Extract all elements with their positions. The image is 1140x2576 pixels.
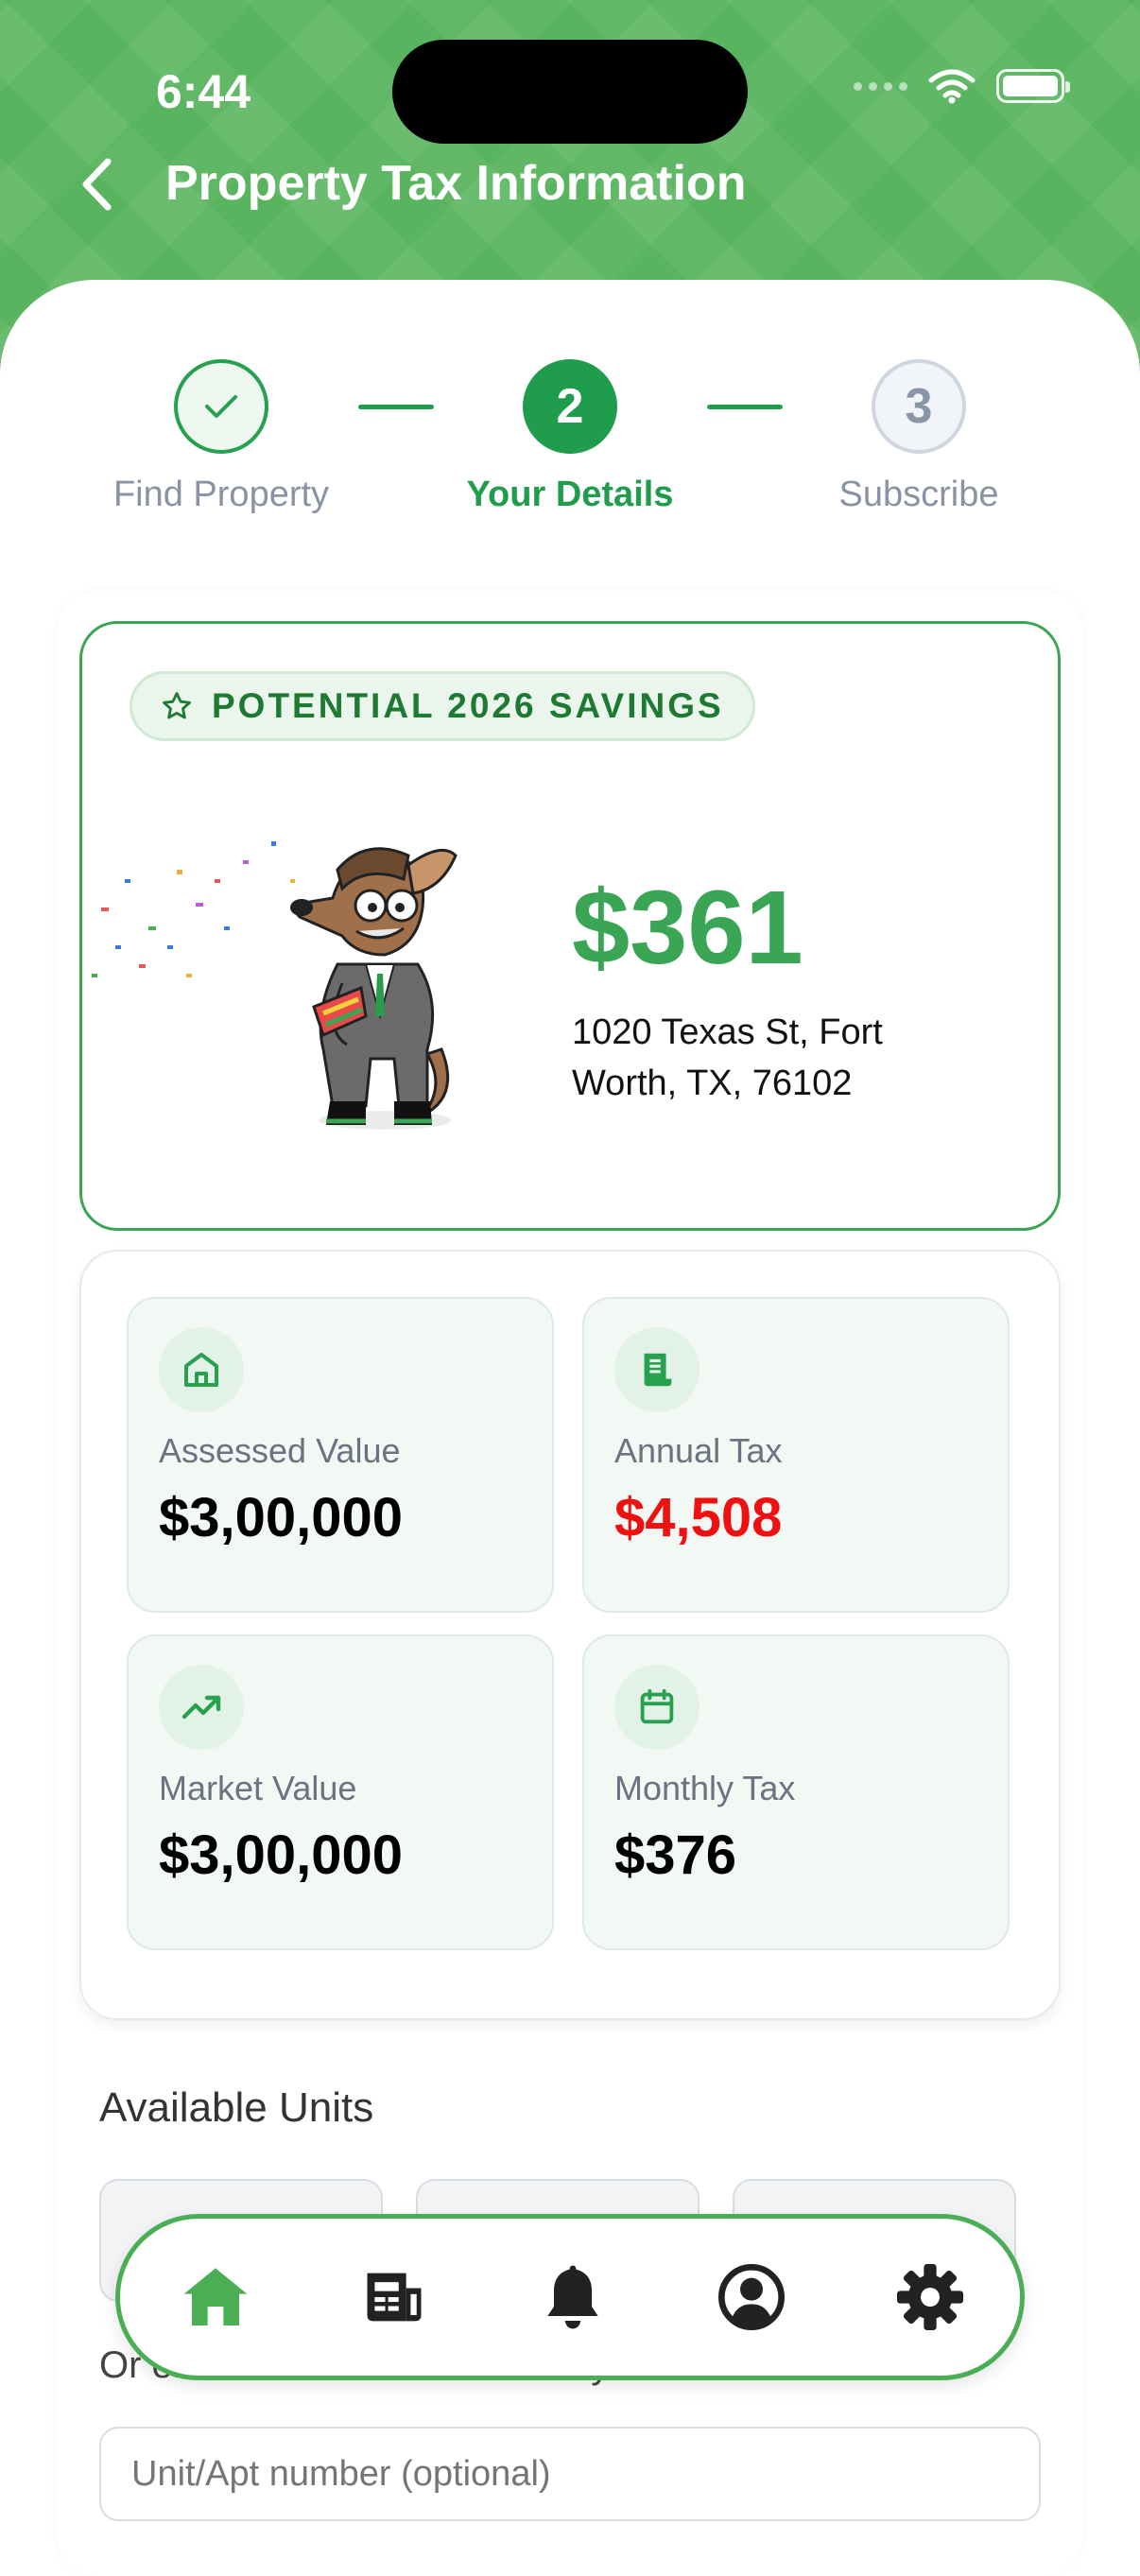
step-complete-indicator bbox=[174, 359, 268, 454]
home-icon bbox=[183, 2268, 248, 2325]
stat-label: Assessed Value bbox=[159, 1431, 401, 1470]
step-your-details: 2 Your Details bbox=[428, 359, 712, 515]
stat-monthly-tax: Monthly Tax $376 bbox=[582, 1634, 1010, 1950]
step-subscribe: 3 Subscribe bbox=[777, 359, 1061, 515]
tab-settings[interactable] bbox=[888, 2255, 973, 2340]
status-icons bbox=[854, 68, 1070, 104]
savings-card: POTENTIAL 2026 SAVINGS $361 1020 Texas S… bbox=[79, 621, 1061, 1231]
armadillo-mascot-image bbox=[92, 841, 458, 1130]
property-address: 1020 Texas St, Fort Worth, TX, 76102 bbox=[572, 1012, 883, 1103]
step-number: 2 bbox=[523, 359, 617, 454]
chevron-left-icon bbox=[82, 158, 112, 211]
tax-stats-card: Assessed Value $3,00,000 Annual Tax $4,5… bbox=[79, 1250, 1061, 2020]
stat-value: $3,00,000 bbox=[159, 1487, 404, 1548]
page-title: Property Tax Information bbox=[165, 156, 747, 211]
savings-badge-text: POTENTIAL 2026 SAVINGS bbox=[212, 686, 724, 725]
step-find-property: Find Property bbox=[79, 359, 363, 515]
wifi-icon bbox=[928, 69, 976, 104]
star-icon bbox=[163, 692, 191, 719]
stat-annual-tax: Annual Tax $4,508 bbox=[582, 1297, 1010, 1613]
step-label: Find Property bbox=[112, 475, 330, 514]
progress-stepper: Find Property 2 Your Details 3 Subscribe bbox=[0, 359, 1140, 529]
back-button[interactable] bbox=[68, 151, 125, 217]
bottom-tab-bar bbox=[115, 2214, 1025, 2380]
newspaper-icon bbox=[367, 2273, 422, 2322]
tab-notifications[interactable] bbox=[530, 2255, 615, 2340]
step-number: 3 bbox=[872, 359, 966, 454]
stat-value: $376 bbox=[614, 1824, 737, 1886]
gear-icon bbox=[897, 2264, 963, 2330]
stat-value: $4,508 bbox=[614, 1487, 783, 1548]
signal-icon bbox=[854, 81, 907, 91]
tab-news[interactable] bbox=[352, 2255, 437, 2340]
confetti bbox=[92, 841, 295, 977]
battery-icon bbox=[996, 69, 1070, 103]
step-label: Your Details bbox=[466, 475, 674, 514]
tab-profile[interactable] bbox=[709, 2255, 794, 2340]
stat-label: Monthly Tax bbox=[614, 1769, 796, 1807]
stat-market-value: Market Value $3,00,000 bbox=[127, 1634, 554, 1950]
checkmark-icon bbox=[205, 395, 237, 418]
step-label: Subscribe bbox=[838, 475, 999, 514]
tab-home[interactable] bbox=[173, 2255, 258, 2340]
step-connector bbox=[707, 405, 783, 409]
house-icon bbox=[159, 1327, 244, 1412]
stat-label: Market Value bbox=[159, 1769, 357, 1807]
savings-badge: POTENTIAL 2026 SAVINGS bbox=[130, 671, 755, 741]
bell-icon bbox=[547, 2265, 598, 2329]
step-connector bbox=[358, 405, 434, 409]
trending-up-icon bbox=[159, 1665, 244, 1750]
receipt-icon bbox=[614, 1327, 700, 1412]
stat-label: Annual Tax bbox=[614, 1431, 783, 1470]
unit-number-input[interactable] bbox=[99, 2427, 1041, 2521]
stat-assessed-value: Assessed Value $3,00,000 bbox=[127, 1297, 554, 1613]
calendar-icon bbox=[614, 1665, 700, 1750]
user-circle-icon bbox=[718, 2264, 785, 2330]
dynamic-island bbox=[392, 40, 748, 144]
available-units-heading: Available Units bbox=[99, 2084, 374, 2131]
savings-amount: $361 bbox=[572, 870, 803, 986]
status-time: 6:44 bbox=[156, 65, 251, 118]
stat-value: $3,00,000 bbox=[159, 1824, 404, 1886]
